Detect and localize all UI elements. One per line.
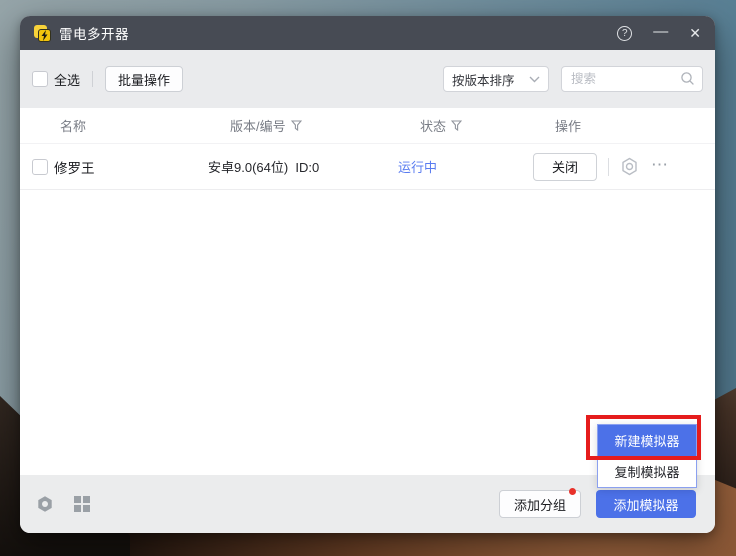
emulator-name: 修罗王 bbox=[54, 157, 95, 177]
settings-nut-icon[interactable] bbox=[620, 157, 639, 176]
select-all-checkbox[interactable] bbox=[32, 71, 48, 87]
title-bar: 雷电多开器 ? — ✕ bbox=[20, 16, 715, 50]
menu-item-copy-emulator[interactable]: 复制模拟器 bbox=[598, 456, 696, 487]
status-badge: 运行中 bbox=[398, 157, 533, 176]
toolbar-divider bbox=[92, 71, 93, 87]
search-box bbox=[561, 66, 703, 92]
sort-dropdown-value: 按版本排序 bbox=[452, 70, 515, 89]
column-header-operation: 操作 bbox=[555, 116, 715, 135]
more-options-icon[interactable]: ⋯ bbox=[651, 156, 669, 173]
filter-funnel-icon[interactable] bbox=[291, 120, 302, 131]
close-icon[interactable]: ✕ bbox=[689, 26, 701, 40]
toolbar: 全选 批量操作 按版本排序 bbox=[20, 50, 715, 108]
table-header: 名称 版本/编号 状态 操作 bbox=[20, 108, 715, 144]
filter-funnel-icon[interactable] bbox=[451, 120, 462, 131]
search-icon bbox=[680, 71, 695, 86]
chevron-down-icon bbox=[529, 76, 540, 83]
close-emulator-button[interactable]: 关闭 bbox=[533, 153, 597, 181]
operation-divider bbox=[608, 158, 609, 176]
batch-operations-button[interactable]: 批量操作 bbox=[105, 66, 183, 92]
column-header-name: 名称 bbox=[60, 116, 230, 135]
window-title: 雷电多开器 bbox=[59, 23, 129, 43]
notification-dot bbox=[569, 488, 576, 495]
grid-view-icon[interactable] bbox=[74, 496, 90, 512]
sort-dropdown[interactable]: 按版本排序 bbox=[443, 66, 549, 92]
emulator-row[interactable]: 修罗王 安卓9.0(64位) ID:0 运行中 关闭 ⋯ bbox=[20, 144, 715, 190]
minimize-icon[interactable]: — bbox=[653, 24, 668, 39]
help-icon[interactable]: ? bbox=[617, 26, 632, 41]
select-all-label[interactable]: 全选 bbox=[54, 70, 80, 89]
lightning-icon bbox=[40, 30, 49, 41]
desktop-background: 雷电多开器 ? — ✕ 全选 批量操作 按版本排序 bbox=[0, 0, 736, 556]
column-header-version: 版本/编号 bbox=[230, 116, 420, 135]
settings-gear-icon[interactable] bbox=[36, 495, 54, 513]
emulator-version: 安卓9.0(64位) ID:0 bbox=[208, 157, 398, 176]
add-emulator-button[interactable]: 添加模拟器 bbox=[596, 490, 696, 518]
annotation-highlight-rectangle bbox=[586, 415, 701, 460]
add-group-button[interactable]: 添加分组 bbox=[499, 490, 581, 518]
app-logo-icon bbox=[34, 25, 51, 42]
row-checkbox[interactable] bbox=[32, 159, 48, 175]
column-header-status: 状态 bbox=[420, 116, 555, 135]
